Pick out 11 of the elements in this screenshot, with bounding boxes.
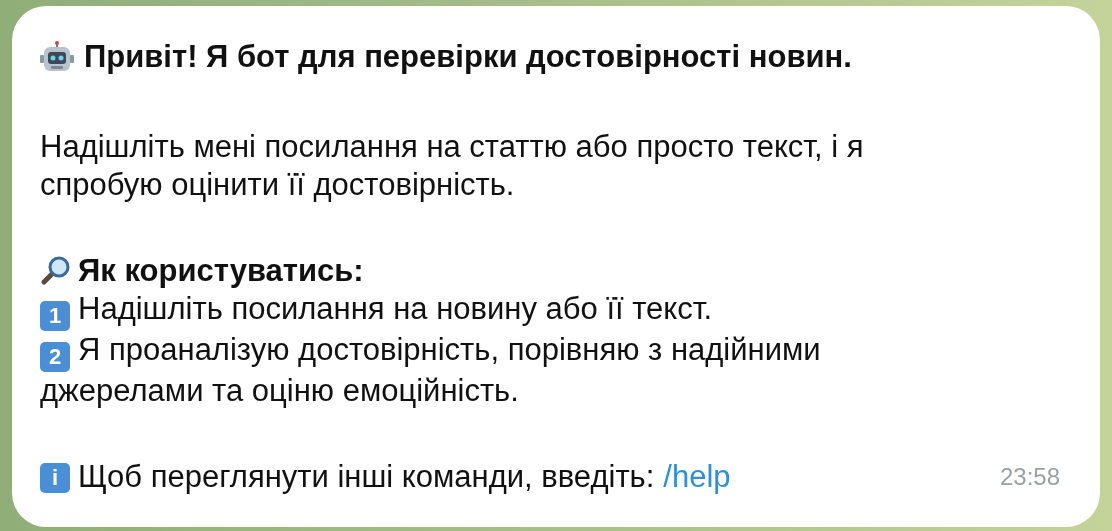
howto-title: Як користуватись:: [78, 252, 364, 290]
step-text: 2 Я проаналізую достовірність, порівняю з надійними джерелами та оціню емоційність.: [40, 331, 822, 410]
help-link[interactable]: /help: [663, 458, 731, 496]
magnifier-icon: [40, 256, 70, 286]
keycap-icon: i: [40, 463, 70, 493]
message-title: Привіт! Я бот для перевірки достовірності новин.: [84, 38, 852, 76]
footer-text: Щоб переглянути інші команди, введіть:: [78, 458, 655, 496]
step-text: 1 Надішліть посилання на новину або її текст.: [40, 290, 940, 331]
message-time: 23:58: [999, 462, 1060, 492]
robot-icon: [40, 41, 74, 73]
intro-text: Надішліть мені посилання на статтю або просто текст, і я спробую оцінити її достовірність.: [40, 128, 865, 204]
